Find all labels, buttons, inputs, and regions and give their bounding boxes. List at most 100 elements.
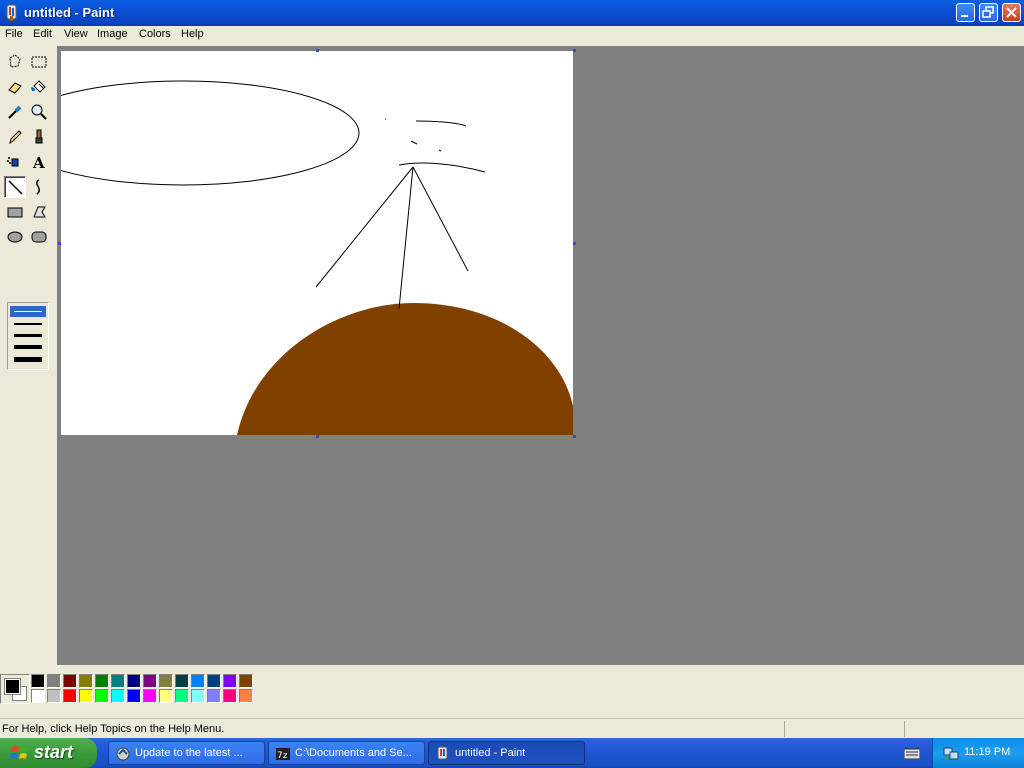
palette-swatch[interactable] bbox=[79, 689, 93, 703]
palette-swatch[interactable] bbox=[47, 689, 61, 703]
resize-handle-left bbox=[58, 242, 61, 245]
palette-swatch[interactable] bbox=[143, 674, 157, 688]
palette-swatch[interactable] bbox=[31, 674, 45, 688]
rounded-rectangle-tool[interactable] bbox=[28, 226, 50, 248]
resize-handle-bottom-right[interactable] bbox=[573, 435, 576, 438]
magnifier-icon bbox=[31, 104, 47, 120]
menu-colors[interactable]: Colors bbox=[139, 28, 171, 40]
drawn-ellipse bbox=[61, 80, 360, 186]
select-tool[interactable] bbox=[28, 51, 50, 73]
svg-text:A: A bbox=[32, 154, 45, 171]
palette-swatch[interactable] bbox=[207, 674, 221, 688]
windows-logo-icon bbox=[10, 746, 28, 759]
palette-swatch[interactable] bbox=[31, 689, 45, 703]
line-tool[interactable] bbox=[4, 176, 26, 198]
rectangle-tool[interactable] bbox=[4, 201, 26, 223]
palette-swatch[interactable] bbox=[47, 674, 61, 688]
svg-text:7z: 7z bbox=[277, 751, 288, 761]
resize-handle-bottom[interactable] bbox=[316, 435, 319, 438]
window-title: untitled - Paint bbox=[24, 5, 115, 20]
line-width-1[interactable] bbox=[14, 311, 42, 312]
menu-bar: File Edit View Image Colors Help bbox=[0, 26, 1024, 45]
task-paint[interactable]: untitled - Paint bbox=[428, 741, 585, 765]
palette-swatch[interactable] bbox=[79, 674, 93, 688]
brown-mound bbox=[237, 303, 573, 435]
work-area bbox=[57, 46, 1024, 665]
current-colors[interactable] bbox=[0, 674, 30, 704]
eraser-tool[interactable] bbox=[4, 76, 26, 98]
task-update[interactable]: Update to the latest ... bbox=[108, 741, 265, 765]
menu-image[interactable]: Image bbox=[97, 28, 128, 40]
pencil-tool[interactable] bbox=[4, 126, 26, 148]
line-width-4[interactable] bbox=[14, 345, 42, 349]
polygon-icon bbox=[33, 206, 46, 218]
foreground-color-swatch bbox=[4, 678, 21, 695]
palette-swatch[interactable] bbox=[191, 674, 205, 688]
palette-swatch[interactable] bbox=[159, 674, 173, 688]
menu-view[interactable]: View bbox=[64, 28, 88, 40]
task-update-label: Update to the latest ... bbox=[135, 747, 243, 759]
status-help-text: For Help, click Help Topics on the Help … bbox=[2, 723, 225, 735]
minimize-button[interactable] bbox=[956, 3, 975, 22]
keyboard-icon[interactable] bbox=[904, 747, 920, 759]
line-width-2[interactable] bbox=[14, 323, 42, 325]
palette-swatch[interactable] bbox=[175, 689, 189, 703]
palette-swatch[interactable] bbox=[191, 689, 205, 703]
menu-help[interactable]: Help bbox=[181, 28, 204, 40]
drawn-stroke-2 bbox=[415, 120, 467, 127]
fill-with-color-tool[interactable] bbox=[28, 76, 50, 98]
drawn-dot-2 bbox=[438, 149, 442, 152]
palette-swatch[interactable] bbox=[239, 689, 253, 703]
canvas-drawing bbox=[61, 80, 573, 435]
status-separator-1 bbox=[784, 721, 785, 737]
task-documents[interactable]: 7z C:\Documents and Se... bbox=[268, 741, 425, 765]
magnifier-tool[interactable] bbox=[28, 101, 50, 123]
resize-handle-top-right bbox=[573, 49, 576, 52]
tool-box: A bbox=[0, 46, 57, 665]
palette-swatch[interactable] bbox=[175, 674, 189, 688]
palette-swatch[interactable] bbox=[223, 689, 237, 703]
rounded-rectangle-icon bbox=[31, 231, 47, 243]
paint-bucket-icon bbox=[31, 80, 46, 93]
palette-swatch[interactable] bbox=[239, 674, 253, 688]
line-width-3[interactable] bbox=[14, 334, 42, 337]
palette-swatch[interactable] bbox=[127, 674, 141, 688]
pick-color-tool[interactable] bbox=[4, 101, 26, 123]
line-width-5[interactable] bbox=[14, 357, 42, 362]
ellipse-tool[interactable] bbox=[4, 226, 26, 248]
drawn-line-left bbox=[315, 166, 414, 288]
menu-edit[interactable]: Edit bbox=[33, 28, 52, 40]
ellipse-icon bbox=[7, 231, 23, 243]
paint-icon bbox=[437, 746, 448, 760]
palette-swatch[interactable] bbox=[223, 674, 237, 688]
free-form-select-tool[interactable] bbox=[4, 51, 26, 73]
resize-handle-right[interactable] bbox=[573, 242, 576, 245]
restore-button[interactable] bbox=[979, 3, 998, 22]
text-icon: A bbox=[32, 154, 45, 171]
palette-swatch[interactable] bbox=[143, 689, 157, 703]
palette-swatch[interactable] bbox=[95, 689, 109, 703]
palette-swatch[interactable] bbox=[95, 674, 109, 688]
status-separator-2 bbox=[904, 721, 905, 737]
palette-swatch[interactable] bbox=[127, 689, 141, 703]
network-icon[interactable] bbox=[943, 745, 959, 761]
free-form-select-icon bbox=[9, 54, 21, 68]
curve-tool[interactable] bbox=[28, 176, 50, 198]
palette-swatch[interactable] bbox=[63, 674, 77, 688]
menu-file[interactable]: File bbox=[5, 28, 23, 40]
rectangle-icon bbox=[7, 207, 23, 218]
palette-swatch[interactable] bbox=[63, 689, 77, 703]
palette-swatch[interactable] bbox=[207, 689, 221, 703]
eraser-icon bbox=[8, 82, 22, 94]
drawing-canvas[interactable] bbox=[61, 51, 573, 435]
polygon-tool[interactable] bbox=[28, 201, 50, 223]
palette-swatch[interactable] bbox=[111, 689, 125, 703]
palette-swatch[interactable] bbox=[159, 689, 173, 703]
start-button[interactable]: start bbox=[0, 738, 97, 768]
brush-tool[interactable] bbox=[28, 126, 50, 148]
airbrush-tool[interactable] bbox=[4, 151, 26, 173]
text-tool[interactable]: A bbox=[28, 151, 50, 173]
close-button[interactable] bbox=[1002, 3, 1021, 22]
select-icon bbox=[31, 56, 47, 68]
palette-swatch[interactable] bbox=[111, 674, 125, 688]
